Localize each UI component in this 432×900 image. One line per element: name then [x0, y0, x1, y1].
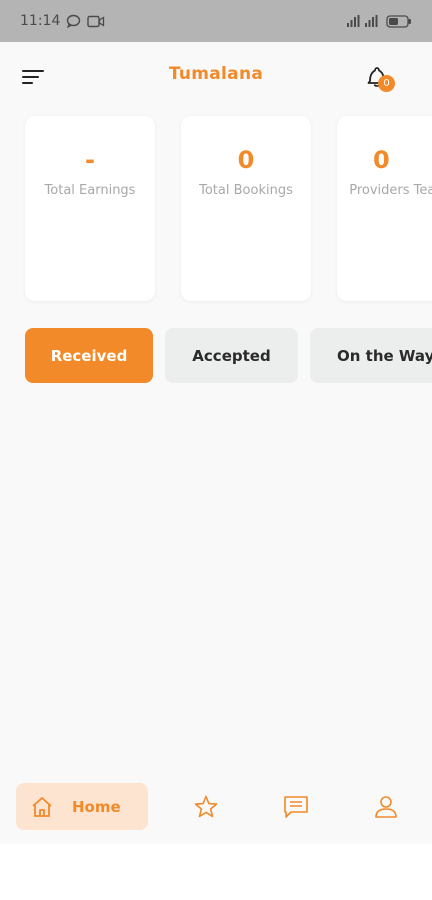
home-icon [30, 795, 54, 819]
stat-card-teams: 0 Providers Teams [337, 116, 432, 301]
stat-label: Providers Teams [349, 183, 432, 198]
stat-value: - [85, 146, 95, 174]
signal-icon [346, 14, 380, 28]
stat-label: Total Earnings [44, 183, 136, 198]
tab-received[interactable]: Received [25, 328, 153, 383]
tab-on-the-way[interactable]: On the Way [310, 328, 432, 383]
stat-value: 0 [237, 146, 255, 174]
video-icon [87, 15, 105, 28]
tab-accepted[interactable]: Accepted [165, 328, 298, 383]
stat-value: 0 [373, 146, 390, 174]
stat-label: Total Bookings [199, 183, 293, 198]
nav-home-label: Home [72, 797, 121, 816]
stat-card-bookings: 0 Total Bookings [181, 116, 311, 301]
battery-icon [386, 14, 412, 28]
bottom-navigation: Home [0, 770, 432, 844]
notification-badge: 0 [378, 75, 395, 92]
status-time: 11:14 [20, 13, 61, 29]
app-screen: 11:14 Tumalana 0 - Total Earnings 0 Tota… [0, 0, 432, 844]
stat-card-earnings: - Total Earnings [25, 116, 155, 301]
chat-bubble-icon [66, 14, 81, 28]
profile-icon[interactable] [373, 794, 399, 820]
notification-button[interactable]: 0 [366, 62, 400, 96]
nav-home-button[interactable]: Home [16, 783, 148, 830]
message-icon[interactable] [283, 794, 309, 820]
star-icon[interactable] [193, 794, 219, 820]
status-bar: 11:14 [0, 0, 432, 42]
app-bar: Tumalana 0 [0, 42, 432, 112]
